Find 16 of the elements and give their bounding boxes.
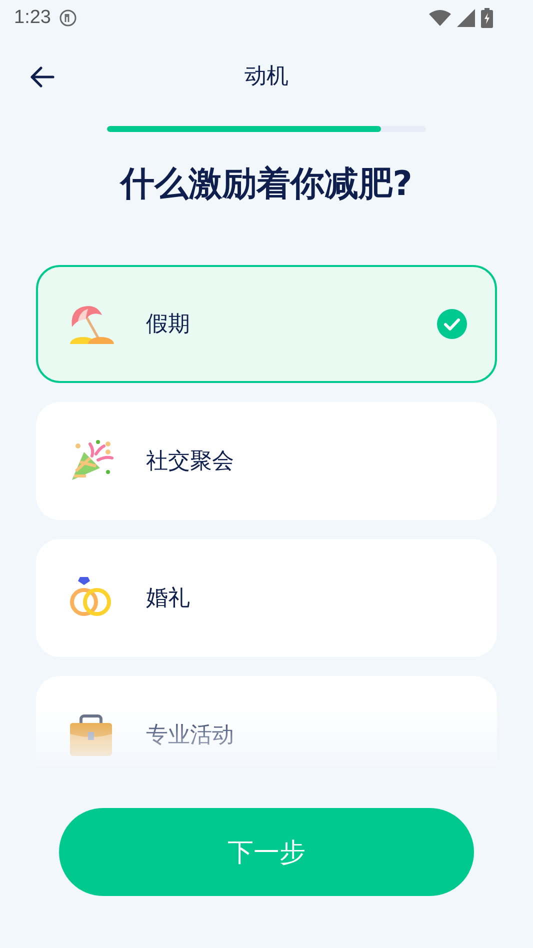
wifi-icon xyxy=(429,10,451,26)
option-card[interactable]: 社交聚会 xyxy=(36,402,497,520)
question-heading: 什么激励着你减肥? xyxy=(118,163,414,206)
screen-title: 动机 xyxy=(244,63,288,91)
briefcase-icon xyxy=(68,712,114,758)
option-label: 社交聚会 xyxy=(146,448,235,476)
option-card[interactable]: 婚礼 xyxy=(36,539,497,657)
option-label: 专业活动 xyxy=(146,722,235,750)
status-time: 1:23 xyxy=(14,7,51,29)
option-card[interactable]: 假期 xyxy=(36,265,497,383)
option-label: 婚礼 xyxy=(146,585,191,613)
check-icon xyxy=(437,309,467,339)
battery-icon xyxy=(481,8,493,28)
option-label: 假期 xyxy=(146,311,191,339)
signal-icon xyxy=(457,9,475,27)
back-arrow-icon[interactable] xyxy=(29,66,55,88)
